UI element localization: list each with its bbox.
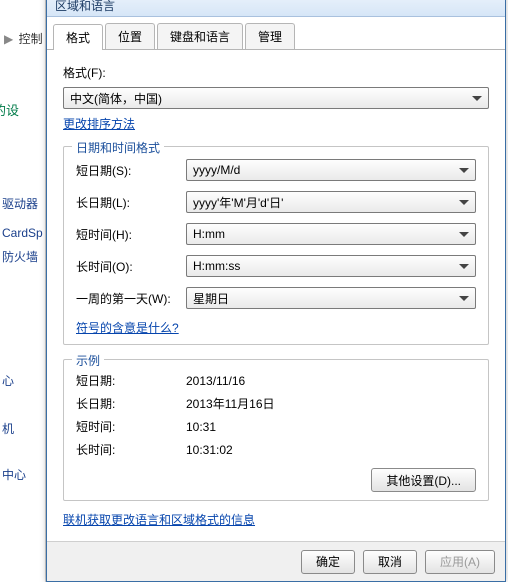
example-long-date-value: 2013年11月16日: [186, 395, 476, 412]
cancel-button[interactable]: 取消: [363, 550, 417, 574]
page-title-cropped: 化的设: [0, 100, 19, 119]
example-group: 示例 短日期: 2013/11/16 长日期: 2013年11月16日 短时间:…: [63, 359, 489, 501]
chevron-down-icon: [459, 200, 469, 205]
side-link[interactable]: 防火墙: [2, 248, 38, 265]
side-link[interactable]: 驱动器: [2, 195, 38, 212]
short-date-row: 短日期(S): yyyy/M/d: [76, 159, 476, 181]
tabstrip: 格式 位置 键盘和语言 管理: [47, 17, 505, 50]
format-label: 格式(F):: [63, 64, 489, 81]
chevron-down-icon: [472, 96, 482, 101]
first-day-label: 一周的第一天(W):: [76, 290, 186, 307]
chevron-down-icon: [459, 232, 469, 237]
chevron-down-icon: [459, 168, 469, 173]
long-date-value: yyyy'年'M'月'd'日': [193, 194, 283, 211]
short-date-value: yyyy/M/d: [193, 163, 240, 177]
long-time-label: 长时间(O):: [76, 258, 186, 275]
tab-location[interactable]: 位置: [105, 23, 155, 49]
long-date-label: 长日期(L):: [76, 194, 186, 211]
dialog-titlebar: 区域和语言: [47, 0, 505, 17]
short-time-value: H:mm: [193, 227, 225, 241]
symbol-meaning-link[interactable]: 符号的含意是什么?: [76, 321, 179, 335]
side-link[interactable]: CardSp: [2, 226, 43, 240]
datetime-format-group: 日期和时间格式 短日期(S): yyyy/M/d 长日期(L): yyyy'年'…: [63, 146, 489, 345]
tab-pane-format: 格式(F): 中文(简体，中国) 更改排序方法 日期和时间格式 短日期(S): …: [47, 50, 505, 538]
apply-button[interactable]: 应用(A): [425, 550, 495, 574]
ok-button[interactable]: 确定: [301, 550, 355, 574]
short-time-label: 短时间(H):: [76, 226, 186, 243]
chevron-down-icon: [459, 296, 469, 301]
short-time-combobox[interactable]: H:mm: [186, 223, 476, 245]
example-long-date-row: 长日期: 2013年11月16日: [76, 395, 476, 412]
dialog-footer: 确定 取消 应用(A): [47, 541, 505, 581]
long-time-combobox[interactable]: H:mm:ss: [186, 255, 476, 277]
other-settings-button[interactable]: 其他设置(D)...: [371, 468, 476, 492]
group-title: 示例: [72, 352, 104, 369]
example-long-time-row: 长时间: 10:31:02: [76, 441, 476, 458]
breadcrumb-item: 控制: [19, 32, 43, 46]
example-short-time-value: 10:31: [186, 420, 476, 434]
long-date-row: 长日期(L): yyyy'年'M'月'd'日': [76, 191, 476, 213]
tab-format[interactable]: 格式: [53, 24, 103, 50]
online-region-info-link[interactable]: 联机获取更改语言和区域格式的信息: [63, 513, 255, 527]
short-date-label: 短日期(S):: [76, 162, 186, 179]
short-date-combobox[interactable]: yyyy/M/d: [186, 159, 476, 181]
side-link[interactable]: 心: [2, 372, 14, 389]
short-time-row: 短时间(H): H:mm: [76, 223, 476, 245]
long-time-row: 长时间(O): H:mm:ss: [76, 255, 476, 277]
example-long-time-label: 长时间:: [76, 441, 186, 458]
example-short-time-row: 短时间: 10:31: [76, 418, 476, 435]
example-short-date-value: 2013/11/16: [186, 374, 476, 388]
side-link[interactable]: 机: [2, 420, 14, 437]
side-link[interactable]: 中心: [2, 466, 26, 483]
breadcrumb[interactable]: ▶ 控制: [4, 30, 43, 47]
tab-administrative[interactable]: 管理: [245, 23, 295, 49]
long-date-combobox[interactable]: yyyy'年'M'月'd'日': [186, 191, 476, 213]
example-short-date-label: 短日期:: [76, 372, 186, 389]
format-combobox-value: 中文(简体，中国): [70, 90, 162, 107]
example-long-date-label: 长日期:: [76, 395, 186, 412]
first-day-row: 一周的第一天(W): 星期日: [76, 287, 476, 309]
first-day-value: 星期日: [193, 290, 229, 307]
first-day-combobox[interactable]: 星期日: [186, 287, 476, 309]
long-time-value: H:mm:ss: [193, 259, 240, 273]
example-short-date-row: 短日期: 2013/11/16: [76, 372, 476, 389]
chevron-right-icon: ▶: [4, 32, 13, 46]
group-title: 日期和时间格式: [72, 139, 164, 156]
background-cropped: ▶ 控制 化的设 驱动器 CardSp 防火墙 心 机 中心: [0, 0, 46, 582]
example-short-time-label: 短时间:: [76, 418, 186, 435]
change-sort-link[interactable]: 更改排序方法: [63, 117, 135, 131]
example-long-time-value: 10:31:02: [186, 443, 476, 457]
format-combobox[interactable]: 中文(简体，中国): [63, 87, 489, 109]
chevron-down-icon: [459, 264, 469, 269]
tab-keyboard-language[interactable]: 键盘和语言: [157, 23, 243, 49]
region-language-dialog: 区域和语言 格式 位置 键盘和语言 管理 格式(F): 中文(简体，中国) 更改…: [46, 0, 506, 582]
